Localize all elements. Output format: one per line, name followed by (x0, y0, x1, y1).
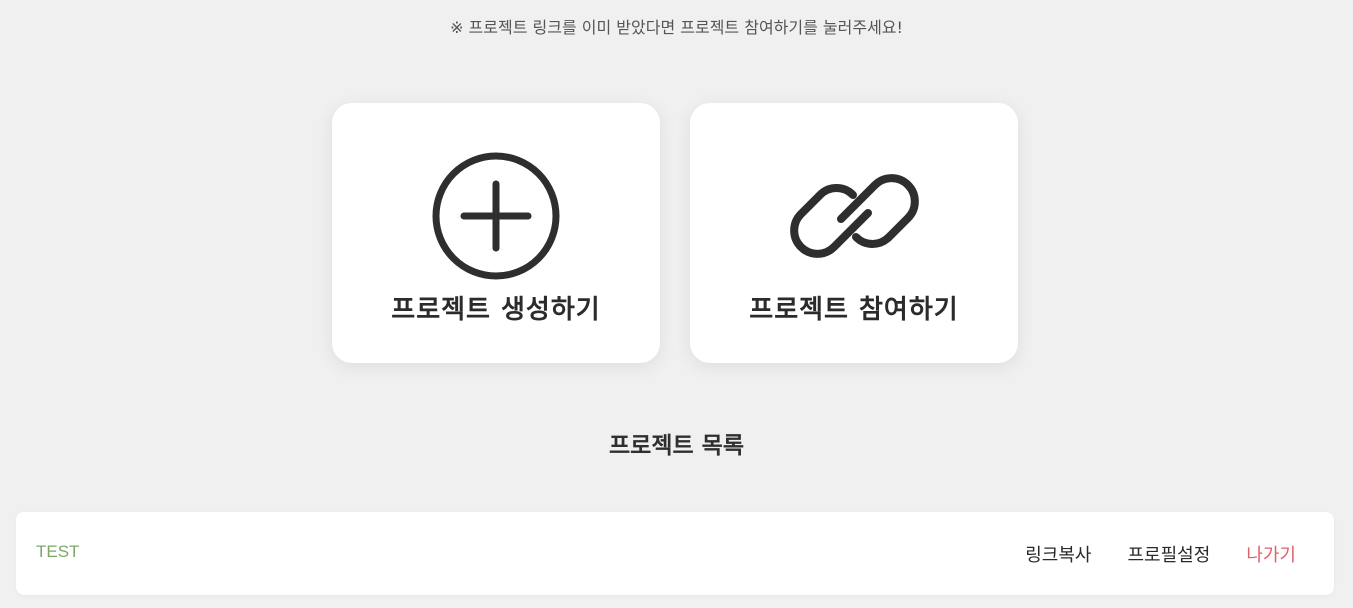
link-icon (790, 174, 919, 258)
project-name[interactable]: TEST (36, 542, 79, 562)
action-cards: 프로젝트 생성하기 프로젝트 참여하기 (332, 103, 1018, 363)
project-list-title: 프로젝트 목록 (609, 433, 744, 459)
profile-settings-button[interactable]: 프로필설정 (1128, 541, 1211, 567)
create-project-card[interactable]: 프로젝트 생성하기 (332, 103, 660, 363)
leave-project-button[interactable]: 나가기 (1246, 541, 1296, 567)
join-project-card[interactable]: 프로젝트 참여하기 (690, 103, 1018, 363)
join-project-label: 프로젝트 참여하기 (749, 295, 959, 325)
plus-circle-icon (432, 152, 560, 280)
copy-link-button[interactable]: 링크복사 (1025, 541, 1091, 567)
project-list-item: TEST 링크복사 프로필설정 나가기 (16, 512, 1334, 595)
project-actions: 링크복사 프로필설정 나가기 (1025, 541, 1296, 567)
notice-text: ※ 프로젝트 링크를 이미 받았다면 프로젝트 참여하기를 눌러주세요! (450, 18, 903, 37)
create-project-label: 프로젝트 생성하기 (391, 295, 601, 325)
